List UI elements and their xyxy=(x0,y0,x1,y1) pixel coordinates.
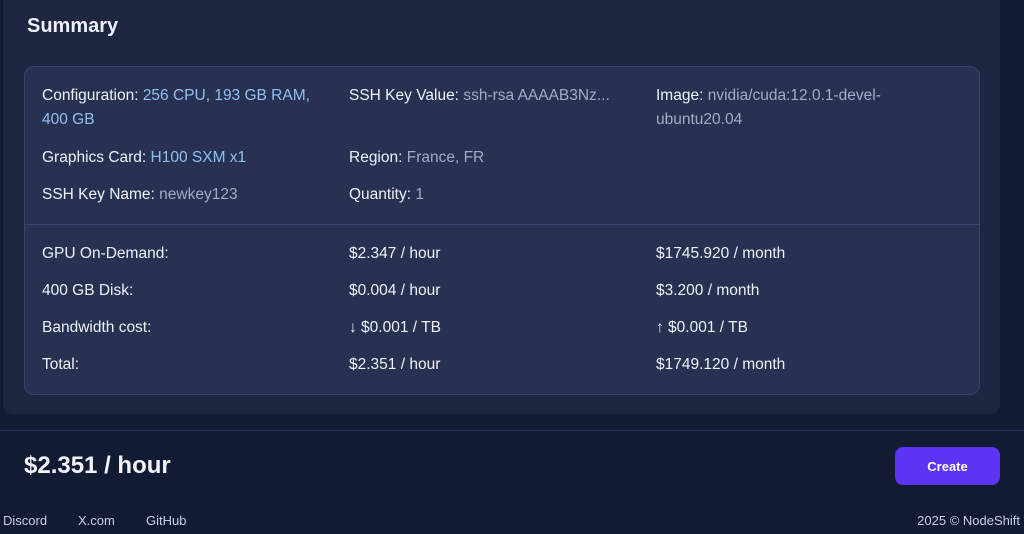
image-info: Image: nvidia/cuda:12.0.1-devel- ubuntu2… xyxy=(656,84,956,132)
cost-monthly-total: $1749.120 / month xyxy=(656,356,786,373)
page: Summary Configuration: 256 CPU, 193 GB R… xyxy=(0,0,1024,534)
ssh-key-value-info: SSH Key Value: ssh-rsa AAAAB3Nz... xyxy=(349,84,639,108)
discord-link[interactable]: Discord xyxy=(3,513,47,528)
cost-hourly-disk: $0.004 / hour xyxy=(349,282,441,299)
cost-label-gpu: GPU On-Demand: xyxy=(42,245,169,262)
ssh-key-name-label: SSH Key Name: xyxy=(42,186,160,203)
ssh-key-name-value: newkey123 xyxy=(159,186,238,203)
cost-hourly-total: $2.351 / hour xyxy=(349,356,441,373)
graphics-card-value: H100 SXM x1 xyxy=(150,149,247,166)
image-label: Image: xyxy=(656,87,708,104)
github-link[interactable]: GitHub xyxy=(146,513,186,528)
quantity-info: Quantity: 1 xyxy=(349,183,424,207)
cost-upload-bandwidth: ↑ $0.001 / TB xyxy=(656,319,748,336)
summary-card: Configuration: 256 CPU, 193 GB RAM, 400 … xyxy=(24,66,980,395)
image-value-cont: ubuntu20.04 xyxy=(656,111,743,128)
cost-download-bandwidth: ↓ $0.001 / TB xyxy=(349,319,441,336)
image-value: nvidia/cuda:12.0.1-devel- xyxy=(707,87,881,104)
graphics-card-info: Graphics Card: H100 SXM x1 xyxy=(42,146,246,170)
cost-label-bandwidth: Bandwidth cost: xyxy=(42,319,152,336)
quantity-value: 1 xyxy=(415,186,424,203)
configuration-value-cont: 400 GB xyxy=(42,111,95,128)
configuration-value: 256 CPU, 193 GB RAM, xyxy=(142,87,310,104)
cost-hourly-gpu: $2.347 / hour xyxy=(349,245,441,262)
region-value: France, FR xyxy=(406,149,485,166)
cost-monthly-disk: $3.200 / month xyxy=(656,282,760,299)
card-divider xyxy=(25,224,979,225)
cost-label-disk: 400 GB Disk: xyxy=(42,282,134,299)
quantity-label: Quantity: xyxy=(349,186,416,203)
create-button[interactable]: Create xyxy=(895,447,1000,485)
x-com-link[interactable]: X.com xyxy=(78,513,115,528)
graphics-card-label: Graphics Card: xyxy=(42,149,151,166)
configuration-info: Configuration: 256 CPU, 193 GB RAM, 400 … xyxy=(42,84,332,132)
ssh-key-name-info: SSH Key Name: newkey123 xyxy=(42,183,238,207)
configuration-label: Configuration: xyxy=(42,87,143,104)
cost-label-total: Total: xyxy=(42,356,80,373)
ssh-key-value: ssh-rsa AAAAB3Nz... xyxy=(463,87,610,104)
cost-monthly-gpu: $1745.920 / month xyxy=(656,245,786,262)
summary-title: Summary xyxy=(27,15,119,37)
total-price: $2.351 / hour xyxy=(24,452,171,479)
region-info: Region: France, FR xyxy=(349,146,484,170)
ssh-key-value-label: SSH Key Value: xyxy=(349,87,464,104)
region-label: Region: xyxy=(349,149,407,166)
copyright: 2025 © NodeShift xyxy=(917,513,1020,528)
summary-panel: Summary Configuration: 256 CPU, 193 GB R… xyxy=(3,0,1000,414)
